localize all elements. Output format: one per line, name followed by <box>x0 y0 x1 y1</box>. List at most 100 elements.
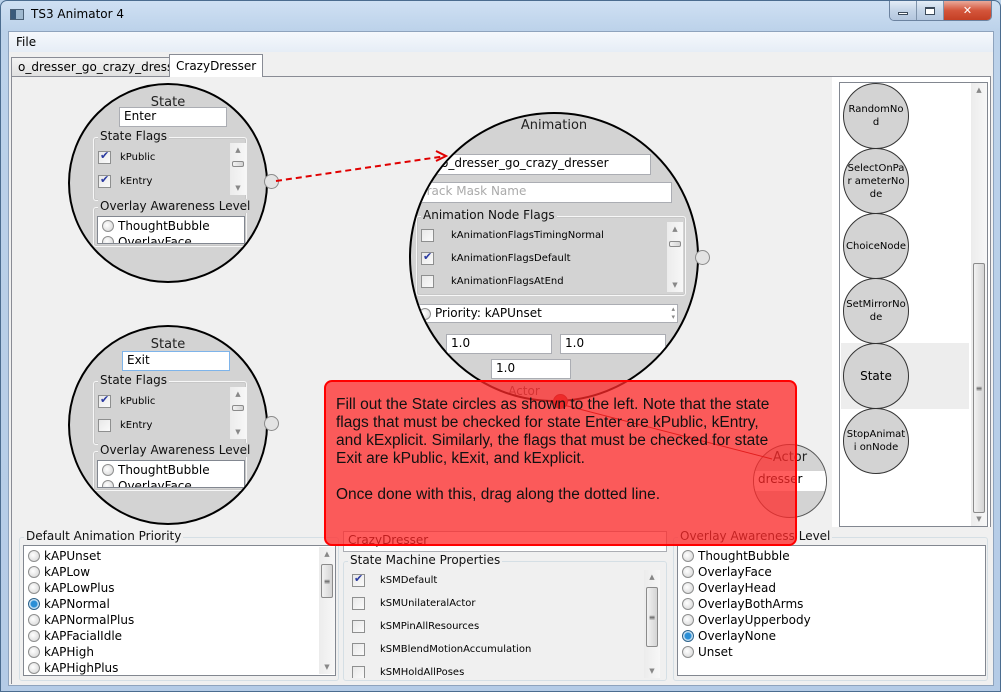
flags-scrollbar[interactable]: ▲ ▼ <box>667 222 683 292</box>
overlay-option[interactable]: ThoughtBubble <box>102 462 210 478</box>
sm-props-scrollbar[interactable]: ▲ ≡ ▼ <box>644 570 660 678</box>
scroll-up-icon[interactable]: ▲ <box>230 387 246 401</box>
flags-scrollbar[interactable]: ▲ ▼ <box>230 143 246 195</box>
radio-option[interactable]: OverlayBothArms <box>682 596 803 612</box>
state-machine-property[interactable]: kSMUnilateralActor <box>352 595 476 611</box>
title-bar[interactable]: TS3 Animator 4 ✕ <box>1 1 1000 29</box>
radio-button[interactable] <box>28 646 40 658</box>
speed-input[interactable]: 1.0 <box>491 359 571 379</box>
state-machine-property[interactable]: kSMBlendMotionAccumulation <box>352 641 531 657</box>
scroll-down-icon[interactable]: ▼ <box>644 664 660 678</box>
radio-button[interactable] <box>102 464 114 476</box>
checkbox-unchecked[interactable] <box>352 665 365 678</box>
radio-button[interactable] <box>682 550 694 562</box>
radio-button[interactable] <box>682 566 694 578</box>
checkbox-checked[interactable] <box>421 250 434 265</box>
radio-button[interactable] <box>28 582 40 594</box>
radio-button[interactable] <box>682 614 694 626</box>
blend-out-input[interactable]: 1.0 <box>560 334 666 354</box>
radio-option[interactable]: Unset <box>682 644 733 660</box>
toolbox-item-choice-node[interactable]: ChoiceNode <box>843 213 909 279</box>
scroll-down-icon[interactable]: ▼ <box>971 512 987 526</box>
flag-at-end[interactable]: kAnimationFlagsAtEnd <box>421 273 564 289</box>
spinner-icon[interactable]: ▴ ▾ <box>671 305 675 321</box>
radio-button[interactable] <box>28 630 40 642</box>
scroll-thumb[interactable]: ≡ <box>321 564 333 598</box>
state-machine-property[interactable]: kSMPinAllResources <box>352 618 479 634</box>
radio-button[interactable] <box>102 220 114 232</box>
checkbox-unchecked[interactable] <box>352 642 365 656</box>
state-node-enter[interactable]: State Enter State Flags kPublic kEntry ▲… <box>68 83 268 283</box>
flag-default[interactable]: kAnimationFlagsDefault <box>421 250 571 266</box>
radio-button[interactable] <box>28 614 40 626</box>
checkbox-unchecked[interactable] <box>98 418 111 432</box>
scroll-down-icon[interactable]: ▼ <box>319 660 335 674</box>
scroll-up-icon[interactable]: ▲ <box>667 222 683 236</box>
radio-option[interactable]: kAPLowPlus <box>28 580 114 596</box>
toolbox-scrollbar[interactable]: ▲ ≡ ▼ <box>971 83 987 526</box>
close-button[interactable]: ✕ <box>944 1 991 20</box>
radio-button[interactable] <box>28 550 40 562</box>
overlay-radio-list[interactable]: ThoughtBubble OverlayFace <box>97 216 245 244</box>
animation-output-port[interactable] <box>695 250 710 265</box>
radio-button[interactable] <box>102 480 114 487</box>
radio-option[interactable]: kAPNormal <box>28 596 110 612</box>
radio-option[interactable]: OverlayFace <box>682 564 772 580</box>
checkbox-checked[interactable] <box>98 173 111 188</box>
tab-o-dresser-go-crazy-dresser[interactable]: o_dresser_go_crazy_dresser <box>11 57 193 76</box>
scroll-thumb[interactable]: ≡ <box>646 587 658 647</box>
dashed-link-line[interactable] <box>275 155 447 182</box>
animation-node[interactable]: Animation o_dresser_go_crazy_dresser Tra… <box>409 112 699 402</box>
state-node-exit[interactable]: State Exit State Flags kPublic kEntry ▲ … <box>68 325 268 525</box>
state-exit-output-port[interactable] <box>264 416 279 431</box>
priority-radio-list[interactable]: kAPUnset kAPLow kAPLowPlus kAPNormal kAPNorm… <box>23 545 336 676</box>
checkbox-unchecked[interactable] <box>352 619 365 633</box>
radio-option[interactable]: ThoughtBubble <box>682 548 790 564</box>
flag-kpublic[interactable]: kPublic <box>98 393 155 409</box>
radio-option[interactable]: kAPUnset <box>28 548 101 564</box>
overlay-option[interactable]: OverlayFace <box>102 478 192 487</box>
toolbox-item-state[interactable]: State <box>843 343 909 409</box>
radio-button[interactable] <box>102 236 114 243</box>
radio-button[interactable] <box>28 662 40 674</box>
radio-button[interactable] <box>28 566 40 578</box>
radio-option[interactable]: kAPLow <box>28 564 90 580</box>
radio-option[interactable]: OverlayUpperbody <box>682 612 811 628</box>
scroll-up-icon[interactable]: ▲ <box>230 143 246 157</box>
radio-button-selected[interactable] <box>28 598 40 610</box>
tab-crazydresser[interactable]: CrazyDresser <box>169 54 264 77</box>
overlay-option[interactable]: ThoughtBubble <box>102 218 210 234</box>
animation-clip-input[interactable]: o_dresser_go_crazy_dresser <box>436 154 651 175</box>
priority-scrollbar[interactable]: ▲ ≡ ▼ <box>319 547 335 674</box>
overlay-radio-list[interactable]: ThoughtBubble OverlayFace OverlayHead Overl… <box>677 545 986 676</box>
scroll-thumb[interactable]: ≡ <box>973 263 985 513</box>
scroll-thumb[interactable] <box>232 405 244 411</box>
checkbox-unchecked[interactable] <box>421 228 434 242</box>
radio-option[interactable]: kAPNormalPlus <box>28 612 134 628</box>
flag-kentry[interactable]: kEntry <box>98 173 152 189</box>
radio-option[interactable]: kAPHighPlus <box>28 660 118 675</box>
toolbox-item-stop-animation-node[interactable]: StopAnimati onNode <box>843 408 909 474</box>
track-mask-input[interactable]: Track Mask Name <box>416 182 672 203</box>
node-canvas[interactable]: State Enter State Flags kPublic kEntry ▲… <box>12 77 832 546</box>
flag-timing-normal[interactable]: kAnimationFlagsTimingNormal <box>421 227 604 243</box>
checkbox-unchecked[interactable] <box>421 274 434 288</box>
blend-in-input[interactable]: 1.0 <box>446 334 552 354</box>
toolbox-item-set-mirror-node[interactable]: SetMirrorNo de <box>843 278 909 344</box>
scroll-down-icon[interactable]: ▼ <box>667 278 683 292</box>
radio-button-selected[interactable] <box>682 630 694 642</box>
state-machine-property[interactable]: kSMDefault <box>352 572 437 588</box>
checkbox-unchecked[interactable] <box>352 596 365 610</box>
state-enter-output-port[interactable] <box>264 174 279 189</box>
menu-file[interactable]: File <box>16 35 36 49</box>
scroll-thumb[interactable] <box>669 241 681 247</box>
radio-button[interactable] <box>682 598 694 610</box>
checkbox-checked[interactable] <box>98 393 111 408</box>
scroll-down-icon[interactable]: ▼ <box>230 181 246 195</box>
scroll-thumb[interactable] <box>232 161 244 167</box>
overlay-radio-list[interactable]: ThoughtBubble OverlayFace <box>97 460 245 488</box>
radio-option[interactable]: OverlayHead <box>682 580 776 596</box>
radio-option[interactable]: kAPFacialIdle <box>28 628 122 644</box>
checkbox-checked[interactable] <box>352 572 365 587</box>
scroll-down-icon[interactable]: ▼ <box>230 425 246 439</box>
